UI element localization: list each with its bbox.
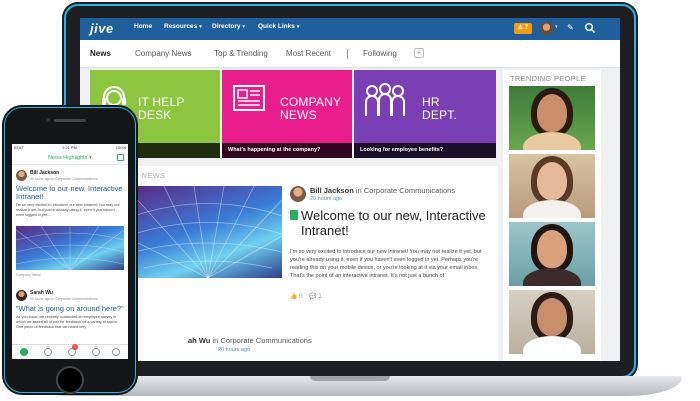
nav-home[interactable]: Home xyxy=(134,23,152,30)
post-timestamp: 20 hours ago xyxy=(218,347,251,353)
trending-title: TRENDING PEOPLE xyxy=(510,74,586,83)
post-title[interactable]: “What is going on around here?” xyxy=(16,305,124,313)
post-actions: 👍 0 💬 1 xyxy=(290,293,322,300)
post-image[interactable] xyxy=(134,186,282,278)
author-avatar[interactable] xyxy=(16,290,27,301)
phone-bottom-tab-bar xyxy=(12,344,128,359)
trending-person-photo[interactable] xyxy=(509,86,595,150)
person-body xyxy=(523,132,581,150)
chevron-down-icon: ▾ xyxy=(199,24,202,30)
trending-person-photo[interactable] xyxy=(509,222,595,286)
post-body: I'm so very excited to introduce our new… xyxy=(290,249,482,279)
chevron-down-icon: ▾ xyxy=(296,24,300,30)
chevron-down-icon: ▾ xyxy=(242,24,246,30)
explore-icon[interactable] xyxy=(92,348,100,356)
news-highlights-dropdown[interactable]: News Highlights ▾ xyxy=(48,155,92,161)
profile-icon[interactable] xyxy=(112,348,120,356)
tile-caption: What's happening at the company? xyxy=(222,143,352,158)
chevron-down-icon: ▾ xyxy=(88,155,92,161)
news-tab-bar: News Company News Top & Trending Most Re… xyxy=(80,40,620,68)
notification-count-badge: 1 xyxy=(72,344,78,350)
trending-person-photo[interactable] xyxy=(509,290,595,354)
carrier-label: AT&T xyxy=(14,145,24,150)
tab-following[interactable]: Following xyxy=(363,49,397,58)
tile-title: COMPANY NEWS xyxy=(280,95,342,122)
notification-badge[interactable]: ⚠ 7 xyxy=(514,23,532,34)
tab-top-trending[interactable]: Top & Trending xyxy=(214,49,268,58)
tile-company-news[interactable]: COMPANY NEWS What's happening at the com… xyxy=(222,70,352,158)
tab-divider xyxy=(347,49,348,59)
person-body xyxy=(523,200,581,218)
search-icon[interactable] xyxy=(584,22,596,34)
group-link[interactable]: Corporate Communications xyxy=(364,186,455,195)
user-avatar[interactable] xyxy=(540,22,553,35)
like-icon[interactable]: 👍 xyxy=(290,294,297,300)
person-body xyxy=(523,336,581,354)
clock-label: 1:21 PM xyxy=(62,145,77,150)
post-body: As you know, we recently conducted an em… xyxy=(16,315,118,329)
chevron-down-icon[interactable]: ▾ xyxy=(555,24,558,30)
author-name[interactable]: ah Wu xyxy=(188,336,210,345)
document-icon xyxy=(290,210,298,220)
author-name[interactable]: Sarah Wu xyxy=(30,290,53,296)
person-face xyxy=(537,298,567,336)
laptop-notch xyxy=(310,376,390,381)
phone-home-button[interactable] xyxy=(56,366,84,394)
tile-hr-dept[interactable]: HR DEPT. Looking for employee benefits? xyxy=(354,70,496,158)
tab-most-recent[interactable]: Most Recent xyxy=(286,49,331,58)
author-name[interactable]: Bill Jackson xyxy=(30,170,59,176)
news-feed-panel: Y NEWS Bill Jackson in Corporate Communi… xyxy=(130,166,498,361)
comment-icon[interactable]: 💬 xyxy=(309,294,316,300)
nav-resources[interactable]: Resources ▾ xyxy=(164,23,202,30)
trending-person-photo[interactable] xyxy=(509,154,595,218)
glass-dome-image xyxy=(16,226,124,270)
compose-icon[interactable] xyxy=(117,154,124,161)
post-category-tag[interactable]: Company News xyxy=(16,273,41,277)
author-avatar[interactable] xyxy=(290,186,306,202)
add-tab-button[interactable]: + xyxy=(414,48,424,58)
post-body: I'm so very excited to introduce our new… xyxy=(16,203,120,217)
post-title[interactable]: Welcome to our new, Interactive Intranet… xyxy=(301,208,491,238)
tile-title: HR DEPT. xyxy=(422,95,458,122)
person-body xyxy=(523,268,581,286)
post-image[interactable] xyxy=(16,226,124,270)
phone-header: News Highlights ▾ xyxy=(12,153,128,165)
laptop-screen: jive Home Resources ▾ Directory ▾ Quick Li… xyxy=(80,18,620,361)
person-face xyxy=(537,230,567,268)
phone-camera xyxy=(46,118,50,122)
author-avatar[interactable] xyxy=(16,170,27,181)
nav-directory[interactable]: Directory ▾ xyxy=(212,23,245,30)
phone-status-bar: AT&T 1:21 PM 100% xyxy=(12,144,128,152)
person-face xyxy=(537,94,567,132)
tile-title: IT HELP DESK xyxy=(138,95,185,122)
glass-dome-image xyxy=(134,186,282,278)
author-name[interactable]: Bill Jackson xyxy=(310,186,354,195)
phone-screen: AT&T 1:21 PM 100% News Highlights ▾ Bill… xyxy=(12,144,128,359)
post-author-line: Bill Jackson in Corporate Communications xyxy=(310,186,456,195)
person-face xyxy=(537,162,567,200)
post-meta: 20 hours ago in Corporate Communications xyxy=(30,177,98,181)
jive-logo[interactable]: jive xyxy=(90,21,114,36)
second-post-author-line: ah Wu in Corporate Communications xyxy=(188,336,312,345)
nav-quick-links[interactable]: Quick Links ▾ xyxy=(258,23,299,30)
inbox-icon[interactable] xyxy=(44,348,52,356)
home-icon[interactable] xyxy=(20,348,28,356)
post-title[interactable]: Welcome to our new, Interactive Intranet… xyxy=(16,185,124,201)
pencil-icon[interactable]: ✎ xyxy=(567,23,574,32)
tile-caption: Looking for employee benefits? xyxy=(354,143,496,158)
post-meta: 20 hours ago in Corporate Communications xyxy=(30,297,98,301)
people-group-icon xyxy=(365,83,405,116)
tab-company-news[interactable]: Company News xyxy=(135,49,191,58)
battery-label: 100% xyxy=(115,145,126,150)
group-link[interactable]: Corporate Communications xyxy=(220,336,311,345)
tab-news[interactable]: News xyxy=(90,49,111,58)
post-timestamp: 20 hours ago xyxy=(310,196,343,202)
phone-speaker xyxy=(54,119,86,122)
top-navigation-bar: jive Home Resources ▾ Directory ▾ Quick Li… xyxy=(80,18,620,40)
trending-people-panel: TRENDING PEOPLE xyxy=(503,70,601,361)
like-count: 0 xyxy=(299,294,303,300)
newspaper-icon xyxy=(233,85,265,111)
section-label: Y NEWS xyxy=(134,171,166,180)
comment-count: 1 xyxy=(318,294,322,300)
